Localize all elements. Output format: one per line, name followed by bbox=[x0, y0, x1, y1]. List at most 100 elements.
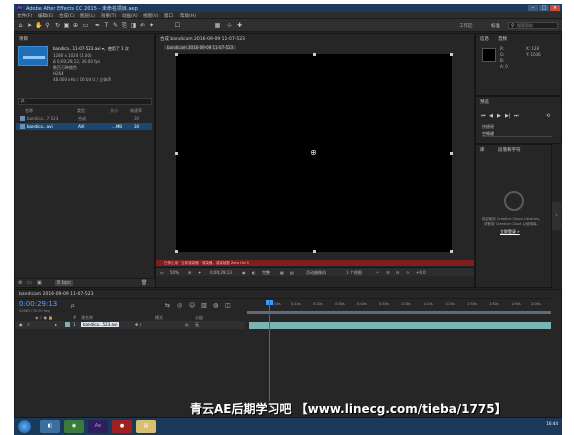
playhead[interactable] bbox=[269, 301, 270, 401]
audio-icon[interactable]: ♪ bbox=[27, 322, 30, 327]
first-frame-icon[interactable]: ⏮ bbox=[481, 113, 486, 119]
color-channel-icon[interactable]: ◐ bbox=[252, 270, 256, 275]
panel-collapse-arrow[interactable]: › bbox=[552, 202, 561, 230]
comp-mini-flowchart-icon[interactable]: ⇆ bbox=[165, 302, 170, 309]
new-composition-icon[interactable]: ▣ bbox=[37, 280, 42, 286]
layer-duration-bar[interactable] bbox=[249, 322, 551, 329]
type-tool-icon[interactable]: T bbox=[103, 22, 110, 29]
play-icon[interactable]: ▶ bbox=[497, 113, 501, 119]
brush-tool-icon[interactable]: ✎ bbox=[112, 22, 119, 29]
zoom-select[interactable]: 50% bbox=[170, 270, 179, 275]
graph-editor-icon[interactable]: ◫ bbox=[225, 302, 231, 309]
start-button[interactable] bbox=[18, 420, 31, 433]
rectangle-tool-icon[interactable]: ▭ bbox=[82, 22, 89, 29]
taskbar-recorder-icon[interactable]: ● bbox=[112, 420, 132, 433]
tab-preview[interactable]: 预览 bbox=[480, 99, 489, 105]
zoom-tool-icon[interactable]: ⚲ bbox=[44, 22, 51, 29]
transform-handle[interactable] bbox=[175, 250, 178, 253]
clone-tool-icon[interactable]: ⎘ bbox=[121, 22, 128, 29]
exposure-value[interactable]: +0.0 bbox=[416, 270, 426, 275]
timeline-timecode[interactable]: 0:00:29:13 bbox=[19, 300, 57, 308]
selection-tool-icon[interactable]: ➤ bbox=[26, 22, 33, 29]
comp-subtab[interactable]: bandicam 2016-09-09 11-07-523 bbox=[164, 45, 237, 50]
column-size[interactable]: 大小 bbox=[110, 108, 118, 114]
sign-in-link[interactable]: 立即登录 » bbox=[500, 229, 520, 235]
taskbar-explorer-icon[interactable]: ◧ bbox=[40, 420, 60, 433]
transform-handle[interactable] bbox=[450, 250, 453, 253]
project-file-row-selected[interactable]: bandica...avi AVI ...MB 30 bbox=[16, 123, 152, 130]
layer-row[interactable]: ◉ ♪ ▸ 1 bandica...523.avi ✥ ∕ ◎ 无 bbox=[15, 321, 245, 329]
exposure-icon[interactable]: ☼ bbox=[406, 270, 410, 275]
transform-handle[interactable] bbox=[175, 152, 178, 155]
anchor-point-icon[interactable]: ⊕ bbox=[309, 148, 318, 157]
region-icon[interactable]: ▭ bbox=[160, 270, 164, 275]
tab-info[interactable]: 信息 bbox=[480, 36, 489, 42]
snapshot-icon[interactable]: ✦ bbox=[198, 270, 201, 275]
transform-handle[interactable] bbox=[450, 53, 453, 56]
next-frame-icon[interactable]: ▶| bbox=[505, 113, 511, 119]
flowchart-icon[interactable]: ⊟ bbox=[396, 270, 399, 275]
prev-frame-icon[interactable]: ◀ bbox=[489, 113, 493, 119]
shy-layers-icon[interactable]: ☺ bbox=[189, 302, 195, 309]
pen-tool-icon[interactable]: ✒ bbox=[94, 22, 101, 29]
tab-composition[interactable]: 合成 bandicam 2016-09-09 11-07-523 bbox=[160, 36, 245, 42]
parent-pickwhip-icon[interactable]: ◎ bbox=[185, 322, 189, 327]
interpret-footage-icon[interactable]: ⚙ bbox=[18, 280, 22, 286]
hand-tool-icon[interactable]: ✋ bbox=[35, 22, 42, 29]
eye-icon[interactable]: ◉ bbox=[19, 322, 23, 327]
minimize-button[interactable]: – bbox=[528, 5, 538, 11]
pan-behind-tool-icon[interactable]: ⊕ bbox=[72, 22, 79, 29]
camera-snapshot-icon[interactable]: ◉ bbox=[242, 270, 246, 275]
fast-preview-icon[interactable]: ⚡ bbox=[376, 270, 379, 275]
work-area-bar[interactable] bbox=[247, 311, 551, 314]
rotate-tool-icon[interactable]: ↻ bbox=[54, 22, 61, 29]
maximize-button[interactable]: □ bbox=[539, 5, 549, 11]
draft-3d-icon[interactable]: ◎ bbox=[177, 302, 182, 309]
tab-timeline[interactable]: bandicam 2016-09-09 11-07-523 bbox=[19, 292, 94, 297]
trash-icon[interactable]: 🗑 bbox=[141, 280, 147, 286]
workspace-select[interactable]: 标准 bbox=[491, 23, 500, 29]
transform-handle[interactable] bbox=[313, 250, 316, 253]
close-button[interactable]: × bbox=[550, 5, 560, 11]
time-ruler[interactable]: 0:00s 0:10s 0:20s 0:30s 0:40s 0:50s 1:00… bbox=[247, 302, 551, 310]
bpc-button[interactable]: 8 bpc bbox=[55, 280, 73, 286]
help-search-input[interactable]: ⚲ 搜索帮助 bbox=[508, 22, 558, 29]
layer-switches-icon[interactable]: ✥ ∕ bbox=[135, 322, 141, 327]
frame-blending-icon[interactable]: ▥ bbox=[201, 302, 207, 309]
column-name[interactable]: 名称 bbox=[25, 108, 33, 114]
views-select[interactable]: 1 个视图 bbox=[346, 270, 362, 276]
camera-select[interactable]: 活动摄像机 bbox=[306, 270, 326, 276]
tab-project[interactable]: 项目 bbox=[19, 36, 28, 42]
expand-arrow-icon[interactable]: ▸ bbox=[55, 322, 57, 327]
tab-libraries[interactable]: 库 bbox=[480, 147, 485, 153]
puppet-tool-icon[interactable]: ✦ bbox=[148, 22, 155, 29]
transform-handle[interactable] bbox=[175, 53, 178, 56]
column-framerate[interactable]: 帧速率 bbox=[130, 108, 142, 114]
tab-audio[interactable]: 音频 bbox=[498, 36, 507, 42]
timeline-search-input[interactable]: ρ. bbox=[71, 303, 76, 309]
home-icon[interactable]: ⌂ bbox=[17, 22, 24, 29]
project-search-input[interactable]: ρ. bbox=[18, 98, 152, 105]
loop-icon[interactable]: ⟲ bbox=[546, 113, 550, 119]
transparency-grid-icon[interactable]: ▤ bbox=[290, 270, 294, 275]
snap-toggle-icon[interactable]: ☐ bbox=[174, 22, 181, 29]
last-frame-icon[interactable]: ⏭ bbox=[514, 113, 519, 119]
eraser-tool-icon[interactable]: ◨ bbox=[130, 22, 137, 29]
taskbar-browser-icon[interactable]: ◉ bbox=[64, 420, 84, 433]
anchor-icon[interactable]: ⊹ bbox=[226, 22, 233, 29]
taskbar-folder-icon[interactable]: ▤ bbox=[136, 420, 156, 433]
align-icon[interactable]: ▦ bbox=[214, 22, 221, 29]
resolution-select[interactable]: 完整 bbox=[262, 270, 270, 276]
motion-blur-icon[interactable]: ◍ bbox=[213, 302, 218, 309]
transform-handle[interactable] bbox=[313, 53, 316, 56]
axis-icon[interactable]: ✚ bbox=[236, 22, 243, 29]
tab-paragraph[interactable]: 段落和字符 bbox=[498, 147, 521, 153]
viewer-timecode[interactable]: 0;00;29;13 bbox=[210, 270, 232, 275]
transform-handle[interactable] bbox=[450, 152, 453, 155]
camera-tool-icon[interactable]: ▣ bbox=[63, 22, 70, 29]
layer-name[interactable]: bandica...523.avi bbox=[81, 322, 120, 327]
new-folder-icon[interactable]: ▭ bbox=[27, 280, 32, 286]
column-type[interactable]: 类型 bbox=[77, 108, 85, 114]
layer-parent[interactable]: 无 bbox=[195, 322, 199, 328]
roi-icon[interactable]: ▦ bbox=[280, 270, 284, 275]
